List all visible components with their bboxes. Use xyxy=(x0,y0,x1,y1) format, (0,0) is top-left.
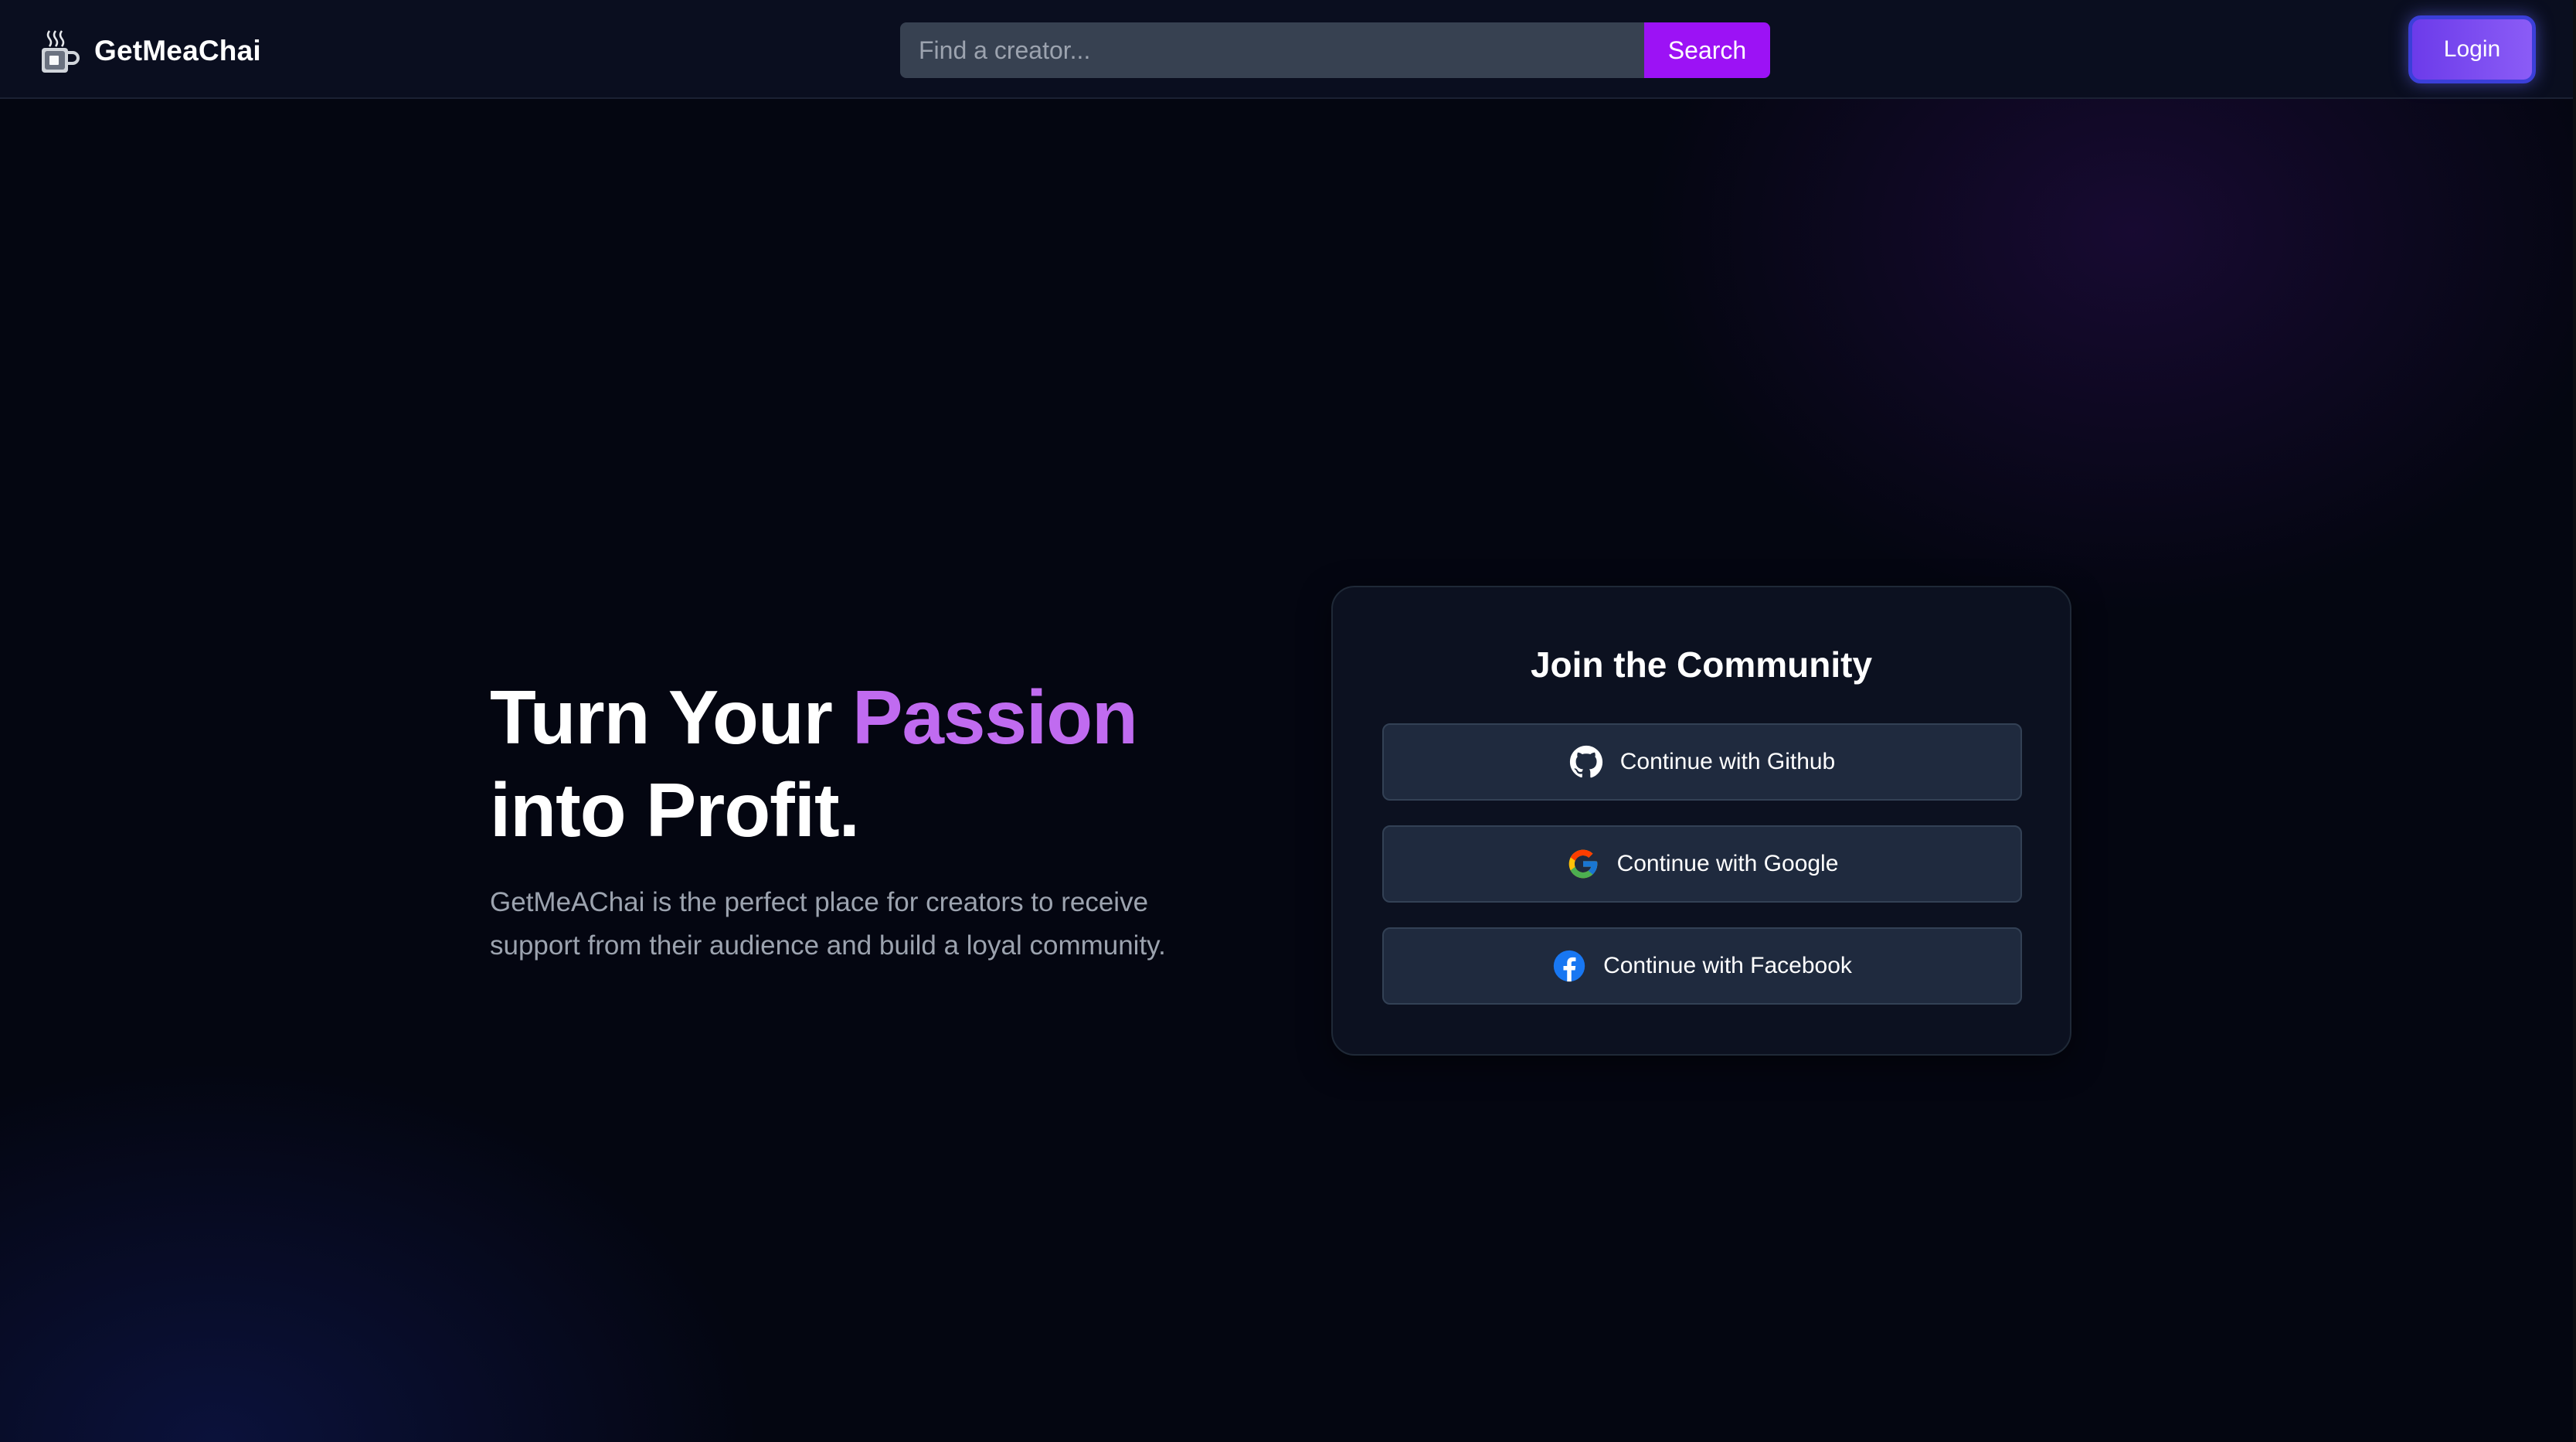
hero-title-line-1: Turn Your Passion xyxy=(490,671,1138,764)
hero-title-accent: Passion xyxy=(852,675,1138,760)
facebook-icon xyxy=(1552,949,1586,983)
navbar: GetMeaChai Search Login xyxy=(0,0,2573,99)
brand[interactable]: GetMeaChai xyxy=(39,28,261,74)
google-icon xyxy=(1566,847,1600,881)
hero-title-line-2: into Profit. xyxy=(490,767,860,852)
login-button[interactable]: Login xyxy=(2408,15,2536,83)
brand-name: GetMeaChai xyxy=(94,35,261,66)
github-icon xyxy=(1569,745,1603,779)
tea-cup-icon xyxy=(39,28,80,74)
window-edge xyxy=(2573,0,2576,1442)
hero-title: Turn Your Passion into Profit. xyxy=(490,671,1138,856)
google-login-label: Continue with Google xyxy=(1616,851,1839,876)
search-button[interactable]: Search xyxy=(1644,22,1770,78)
search-input[interactable] xyxy=(900,22,1644,78)
search-bar: Search xyxy=(900,22,1770,78)
auth-card-title: Join the Community xyxy=(1530,644,1873,685)
facebook-login-button[interactable]: Continue with Facebook xyxy=(1382,927,2022,1005)
app-viewport: GetMeaChai Search Login Turn Your Passio… xyxy=(0,0,2576,1442)
github-login-button[interactable]: Continue with Github xyxy=(1382,723,2022,801)
hero-title-part1: Turn Your xyxy=(490,675,853,760)
auth-card: Join the Community Continue with Github … xyxy=(1331,586,2071,1056)
hero-description: GetMeAChai is the perfect place for crea… xyxy=(490,887,1166,961)
facebook-login-label: Continue with Facebook xyxy=(1603,953,1852,978)
github-login-label: Continue with Github xyxy=(1619,749,1836,774)
google-login-button[interactable]: Continue with Google xyxy=(1382,825,2022,903)
